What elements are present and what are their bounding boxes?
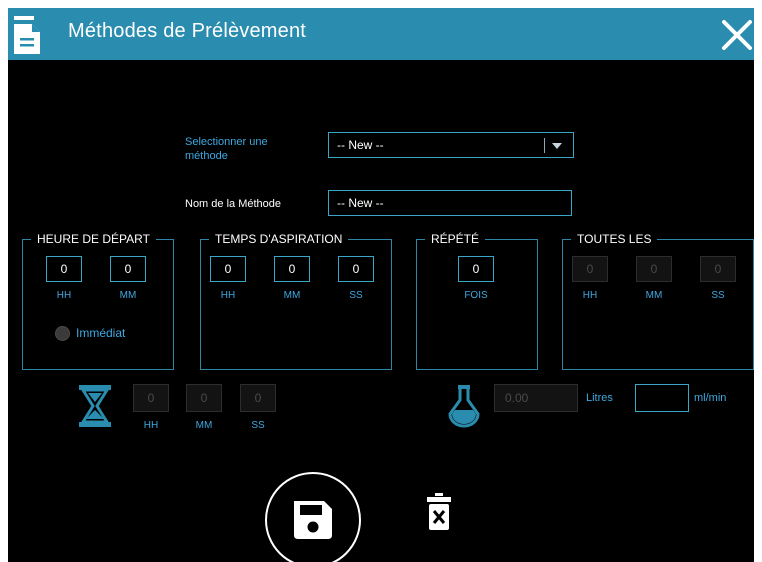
start-time-legend: HEURE DE DÉPART	[37, 232, 150, 246]
window-title: Méthodes de Prélèvement	[68, 20, 307, 42]
aspiration-ss-unit: SS	[349, 290, 363, 301]
save-icon	[294, 501, 332, 539]
aspiration-ss-input[interactable]: 0	[338, 256, 374, 282]
method-select-value: -- New --	[337, 138, 384, 152]
interval-group: TOUTES LES	[562, 232, 754, 370]
aspiration-mm-unit: MM	[283, 290, 301, 301]
method-name-label: Nom de la Méthode	[185, 198, 281, 210]
interval-hh-unit: HH	[582, 290, 598, 301]
select-separator	[544, 138, 545, 153]
repeat-count-input[interactable]: 0	[458, 256, 494, 282]
immediate-label: Immédiat	[76, 326, 126, 340]
duration-hh-unit: HH	[143, 420, 159, 431]
interval-ss-unit: SS	[711, 290, 725, 301]
interval-mm-input: 0	[636, 256, 672, 282]
aspiration-mm-input[interactable]: 0	[274, 256, 310, 282]
start-mm-input[interactable]: 0	[110, 256, 146, 282]
volume-display: 0.00	[494, 384, 578, 412]
document-icon	[14, 16, 40, 54]
duration-mm-display: 0	[186, 384, 222, 412]
method-name-input[interactable]: -- New --	[328, 190, 572, 216]
duration-mm-unit: MM	[195, 420, 213, 431]
method-select-label: Selectionner une méthode	[185, 136, 268, 162]
immediate-radio[interactable]	[55, 326, 70, 341]
start-hh-input[interactable]: 0	[46, 256, 82, 282]
aspiration-time-legend: TEMPS D'ASPIRATION	[215, 232, 343, 246]
start-hh-unit: HH	[56, 290, 72, 301]
duration-hh-display: 0	[133, 384, 169, 412]
methods-window: Méthodes de Prélèvement Selectionner une…	[8, 8, 754, 562]
hourglass-icon	[79, 385, 111, 427]
repeat-group: RÉPÉTÉ	[416, 232, 538, 370]
start-mm-unit: MM	[119, 290, 137, 301]
start-time-group: HEURE DE DÉPART	[22, 232, 174, 370]
interval-mm-unit: MM	[645, 290, 663, 301]
title-bar: Méthodes de Prélèvement	[8, 8, 754, 60]
interval-hh-input: 0	[572, 256, 608, 282]
aspiration-time-group: TEMPS D'ASPIRATION	[200, 232, 392, 370]
interval-ss-input: 0	[700, 256, 736, 282]
aspiration-hh-unit: HH	[220, 290, 236, 301]
duration-ss-unit: SS	[251, 420, 265, 431]
repeat-legend: RÉPÉTÉ	[431, 232, 480, 246]
aspiration-hh-input[interactable]: 0	[210, 256, 246, 282]
trash-icon[interactable]	[426, 492, 452, 532]
repeat-unit: FOIS	[464, 290, 488, 301]
method-select[interactable]: -- New --	[328, 132, 574, 158]
flow-rate-input[interactable]	[635, 384, 689, 412]
chevron-down-icon[interactable]	[552, 143, 562, 149]
flow-unit: ml/min	[694, 392, 727, 404]
close-icon[interactable]	[720, 18, 754, 52]
flask-icon	[448, 385, 480, 428]
save-button[interactable]	[265, 472, 361, 562]
duration-ss-display: 0	[240, 384, 276, 412]
interval-legend: TOUTES LES	[577, 232, 652, 246]
volume-unit: Litres	[586, 392, 613, 404]
